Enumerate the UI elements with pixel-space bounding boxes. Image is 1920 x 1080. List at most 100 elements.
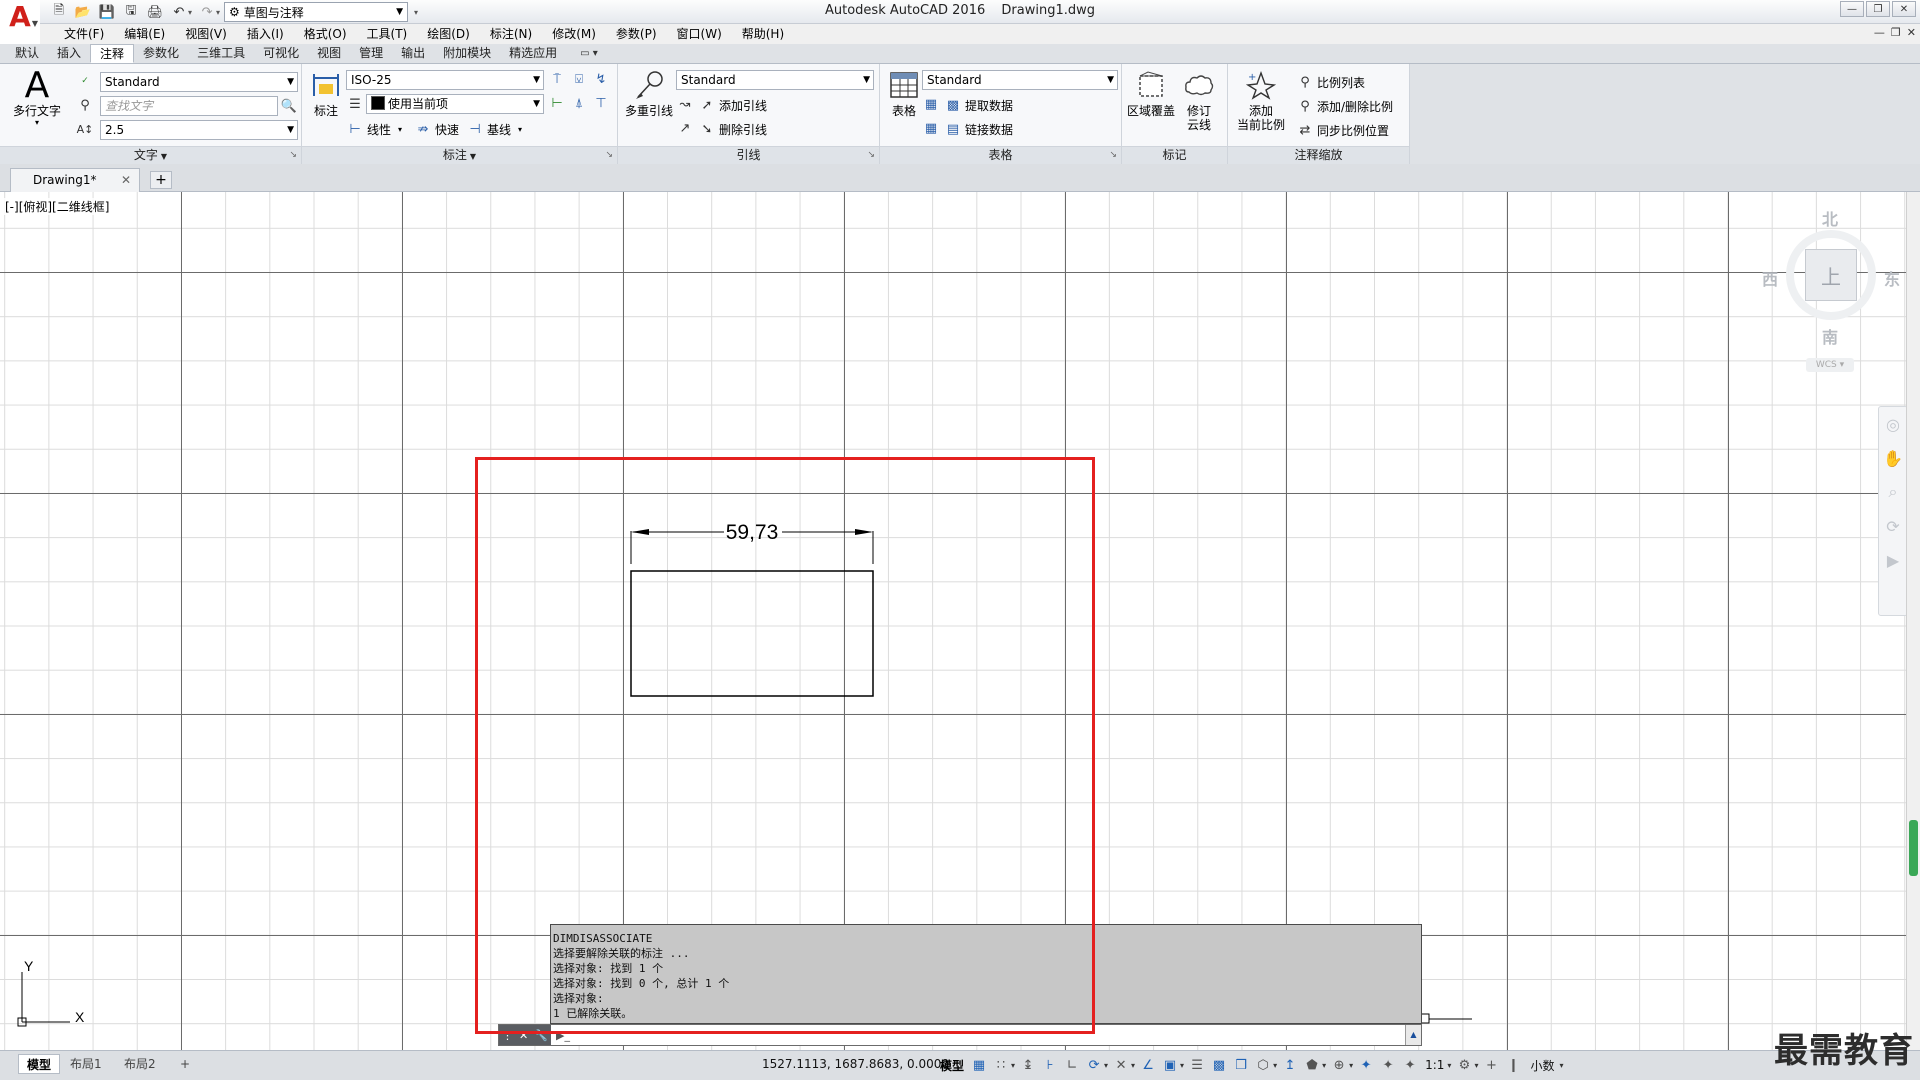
quick-dim-button[interactable]: ⇏ 快速 — [414, 119, 459, 139]
menu-view[interactable]: 视图(V) — [175, 24, 237, 44]
tab-layout2[interactable]: 布局2 — [116, 1054, 164, 1074]
add-delete-scale-button[interactable]: ⚲ 添加/删除比例 — [1296, 96, 1393, 116]
workspace-switch-icon[interactable]: ⚙ — [1455, 1055, 1473, 1075]
dim-style-select[interactable]: ISO-25 ▼ — [346, 70, 544, 90]
polar-tracking-icon[interactable]: ⟳ — [1085, 1055, 1103, 1075]
vertical-scrollbar[interactable] — [1906, 192, 1920, 1050]
tab-annotate[interactable]: 注释 — [90, 44, 135, 63]
leader-collect-icon[interactable]: ↗ — [676, 119, 694, 137]
add-layout-button[interactable]: + — [172, 1054, 198, 1074]
document-tab[interactable]: Drawing1* ✕ — [10, 168, 140, 192]
doc-minimize-icon[interactable]: — — [1874, 26, 1885, 39]
sync-scale-button[interactable]: ⇄ 同步比例位置 — [1296, 120, 1389, 140]
menu-window[interactable]: 窗口(W) — [667, 24, 732, 44]
isodraft-icon[interactable]: ✕ — [1112, 1055, 1130, 1075]
wrench-icon[interactable]: 🔧 — [534, 1029, 548, 1042]
wcs-menu-button[interactable]: WCS ▾ — [1806, 358, 1854, 372]
open-file-icon[interactable]: 📂 — [72, 2, 94, 22]
tab-view[interactable]: 视图 — [308, 44, 350, 63]
viewcube-east[interactable]: 东 — [1884, 266, 1900, 290]
viewcube[interactable]: 北 南 西 东 上 WCS ▾ — [1756, 206, 1906, 372]
tab-layout1[interactable]: 布局1 — [62, 1054, 110, 1074]
table-button[interactable]: 表格 — [882, 68, 926, 118]
dialog-launcher-icon[interactable]: ↘ — [1109, 147, 1117, 164]
steering-wheel-icon[interactable]: ◎ — [1879, 407, 1907, 441]
chevron-down-icon[interactable]: ▾ — [1273, 1061, 1277, 1070]
menu-dimension[interactable]: 标注(N) — [480, 24, 542, 44]
command-line-handle[interactable]: ⋮ ✕ 🔧 — [499, 1025, 551, 1045]
remove-leader-button[interactable]: ➘ 删除引线 — [698, 119, 767, 139]
menu-modify[interactable]: 修改(M) — [542, 24, 606, 44]
menu-insert[interactable]: 插入(I) — [237, 24, 294, 44]
close-button[interactable]: ✕ — [1892, 1, 1916, 17]
undo-icon[interactable]: ↶ — [168, 2, 190, 22]
panel-title-dimension[interactable]: 标注 ▼ ↘ — [302, 146, 617, 164]
annotation-scale-value[interactable]: 1:1 — [1425, 1058, 1444, 1072]
pan-icon[interactable]: ✋ — [1879, 441, 1907, 475]
dialog-launcher-icon[interactable]: ↘ — [605, 147, 613, 164]
drawing-canvas[interactable]: [-][俯视][二维线框] 59,73 北 南 西 东 上 WCS ▾ ◎ ✋ … — [0, 192, 1920, 1050]
dim-break-icon[interactable]: ⍑ — [548, 70, 566, 88]
leader-align-icon[interactable]: ↝ — [676, 95, 694, 113]
annotation-visibility-icon[interactable]: ✦ — [1357, 1055, 1375, 1075]
tab-default[interactable]: 默认 — [6, 44, 48, 63]
menu-edit[interactable]: 编辑(E) — [114, 24, 175, 44]
chevron-down-icon[interactable]: ▾ — [1180, 1061, 1184, 1070]
selection-cycling-icon[interactable]: ❒ — [1232, 1055, 1250, 1075]
chevron-down-icon[interactable]: ▾ — [1131, 1061, 1135, 1070]
table-update-small-icon[interactable]: ▦ — [922, 119, 940, 137]
dim-layer-select[interactable]: 使用当前项 ▼ — [366, 94, 544, 114]
showmotion-icon[interactable]: ▶ — [1879, 543, 1907, 577]
save-icon[interactable]: 💾 — [96, 2, 118, 22]
scrollbar-thumb[interactable] — [1909, 820, 1918, 876]
link-data-button[interactable]: ▤ 链接数据 — [944, 119, 1013, 139]
redo-dropdown-icon[interactable]: ▾ — [216, 8, 220, 17]
dim-adjust-space-icon[interactable]: ⍌ — [570, 70, 588, 88]
grid-icon[interactable]: ▦ — [970, 1055, 988, 1075]
table-style-select[interactable]: Standard ▼ — [922, 70, 1118, 90]
ortho-icon[interactable]: ∟ — [1063, 1055, 1081, 1075]
object-snap-icon[interactable]: ▣ — [1161, 1055, 1179, 1075]
grip-icon[interactable]: ⋮ — [502, 1029, 513, 1042]
annotation-scale-icon[interactable]: ✦ — [1401, 1055, 1419, 1075]
doc-close-icon[interactable]: ✕ — [1907, 26, 1916, 39]
table-link-small-icon[interactable]: ▦ — [922, 95, 940, 113]
baseline-dim-button[interactable]: ⊣ 基线 ▾ — [466, 119, 522, 139]
panel-title-text[interactable]: 文字 ▼ ↘ — [0, 146, 301, 164]
orbit-icon[interactable]: ⟳ — [1879, 509, 1907, 543]
tab-addins[interactable]: 附加模块 — [434, 44, 500, 63]
dimension-text[interactable]: 59,73 — [726, 521, 779, 544]
text-height-select[interactable]: 2.5 ▼ — [100, 120, 298, 140]
command-prompt-icon[interactable]: ▶_ — [555, 1027, 571, 1043]
zoom-extents-icon[interactable]: ⌕ — [1879, 475, 1907, 509]
panel-title-markup[interactable]: 标记 — [1122, 146, 1227, 164]
panel-title-leader[interactable]: 引线 ↘ — [618, 146, 879, 164]
close-icon[interactable]: ✕ — [121, 169, 131, 191]
undo-dropdown-icon[interactable]: ▾ — [188, 8, 192, 17]
application-menu-button[interactable]: A ▼ — [0, 0, 40, 34]
tab-3d-tools[interactable]: 三维工具 — [188, 44, 254, 63]
add-current-scale-button[interactable]: + 添加 当前比例 — [1230, 68, 1292, 132]
chevron-down-icon[interactable]: ▾ — [1322, 1061, 1326, 1070]
tab-parametric[interactable]: 参数化 — [134, 44, 188, 63]
dim-jog-icon[interactable]: ↯ — [592, 70, 610, 88]
workspace-select[interactable]: ⚙ 草图与注释 ▼ — [224, 2, 409, 22]
menu-file[interactable]: 文件(F) — [54, 24, 114, 44]
infer-constraints-icon[interactable]: ↨ — [1019, 1055, 1037, 1075]
annotation-monitor-icon[interactable]: + — [1482, 1055, 1500, 1075]
dynamic-ucs-icon[interactable]: ↥ — [1281, 1055, 1299, 1075]
spellcheck-icon[interactable]: ✓ — [76, 72, 94, 90]
doc-restore-icon[interactable]: ❐ — [1891, 26, 1901, 39]
viewcube-west[interactable]: 西 — [1762, 266, 1778, 290]
mtext-button[interactable]: A 多行文字 ▾ — [10, 65, 64, 128]
viewcube-north[interactable]: 北 — [1822, 206, 1838, 230]
tab-manage[interactable]: 管理 — [350, 44, 392, 63]
dialog-launcher-icon[interactable]: ↘ — [289, 147, 297, 164]
chevron-down-icon[interactable]: ▾ — [1104, 1061, 1108, 1070]
auto-scale-icon[interactable]: ✦ — [1379, 1055, 1397, 1075]
minimize-button[interactable]: — — [1840, 1, 1864, 17]
new-file-icon[interactable]: 🗎 — [48, 2, 70, 22]
dim-reassociate-icon[interactable]: ⊤ — [592, 94, 610, 112]
print-icon[interactable]: 🖨 — [144, 2, 166, 22]
extract-data-button[interactable]: ▩ 提取数据 — [944, 95, 1013, 115]
